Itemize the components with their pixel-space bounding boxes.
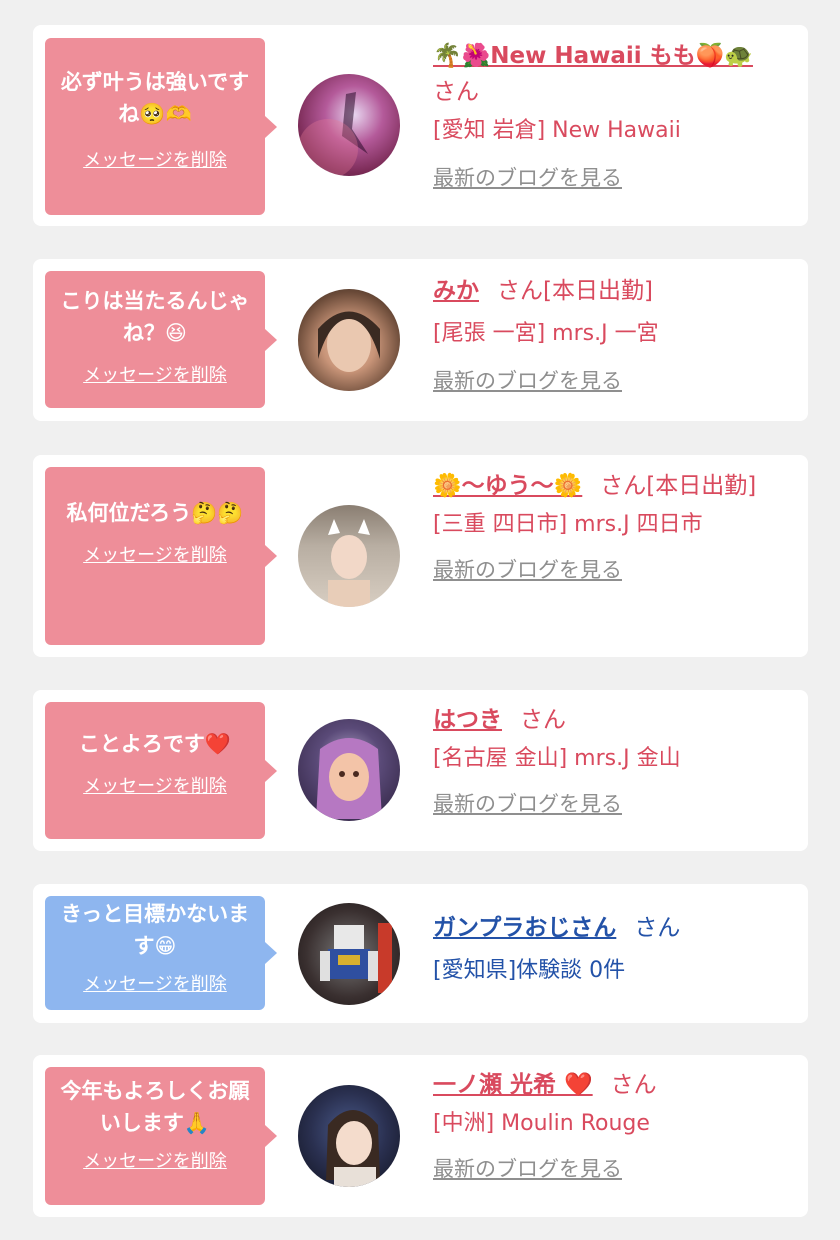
shop-area: [名古屋 金山] mrs.J 金山 (433, 746, 681, 771)
message-card: 今年もよろしくお願いします🙏 メッセージを削除 一ノ瀬 光希 ❤️ さん [中洲]… (33, 1055, 808, 1217)
message-text: 必ず叶うは強いですね🥺🫶 (60, 70, 250, 126)
message-card: きっと目標かないます😁 メッセージを削除 ガンプラおじさん さん [愛知県]体験談… (33, 884, 808, 1023)
shop-area: [三重 四日市] mrs.J 四日市 (433, 512, 703, 537)
profile-info: みか さん[本日出勤] [尾張 一宮] mrs.J 一宮 最新のブログを見る (433, 273, 773, 395)
delete-message-link[interactable]: メッセージを削除 (83, 772, 227, 798)
honorific: さん (610, 1072, 657, 1098)
message-bubble: こりは当たるんじゃね？😆 メッセージを削除 (45, 271, 277, 408)
latest-blog-link[interactable]: 最新のブログを見る (433, 1153, 622, 1183)
message-card: ことよろです❤️ メッセージを削除 はつき さん [名古屋 金山] mrs.J 金… (33, 690, 808, 851)
profile-name-link[interactable]: みか (433, 278, 479, 304)
profile-name-link[interactable]: 🌼〜ゆう〜🌼 (433, 473, 582, 499)
avatar-image (298, 92, 368, 176)
honorific: さん[本日出勤] (600, 473, 757, 499)
delete-message-link[interactable]: メッセージを削除 (83, 1147, 227, 1173)
avatar[interactable] (298, 903, 400, 1005)
avatar-image (316, 738, 382, 819)
profile-info: 🌼〜ゆう〜🌼 さん[本日出勤] [三重 四日市] mrs.J 四日市 最新のブログ… (433, 468, 773, 584)
honorific: さん (433, 79, 479, 105)
profile-info: 一ノ瀬 光希 ❤️ さん [中洲] Moulin Rouge 最新のブログを見る (433, 1067, 773, 1183)
message-text: 今年もよろしくお願いします🙏 (60, 1079, 250, 1135)
profile-name-link[interactable]: 🌴🌺New Hawaii もも🍑🐢 (433, 43, 753, 69)
delete-message-link[interactable]: メッセージを削除 (83, 970, 227, 996)
message-text: 私何位だろう🤔🤔 (66, 501, 244, 525)
latest-blog-link[interactable]: 最新のブログを見る (433, 554, 622, 584)
message-card: こりは当たるんじゃね？😆 メッセージを削除 みか さん[本日出勤] [尾張 一宮]… (33, 259, 808, 421)
delete-message-link[interactable]: メッセージを削除 (83, 146, 227, 172)
avatar[interactable] (298, 505, 400, 607)
profile-name-link[interactable]: ガンプラおじさん (433, 915, 616, 941)
message-card: 必ず叶うは強いですね🥺🫶 メッセージを削除 🌴🌺New Hawaii もも🍑🐢 … (33, 25, 808, 226)
message-text: ことよろです❤️ (78, 732, 232, 756)
latest-blog-link[interactable]: 最新のブログを見る (433, 162, 622, 192)
delete-message-link[interactable]: メッセージを削除 (83, 361, 227, 387)
profile-name-link[interactable]: 一ノ瀬 光希 ❤️ (433, 1072, 593, 1098)
avatar[interactable] (298, 1085, 400, 1187)
shop-area: [愛知 岩倉] New Hawaii (433, 118, 681, 143)
honorific: さん (634, 915, 681, 941)
avatar-image (318, 311, 380, 372)
avatar-image (320, 923, 392, 993)
avatar[interactable] (298, 74, 400, 176)
avatar[interactable] (298, 719, 400, 821)
profile-info: 🌴🌺New Hawaii もも🍑🐢 さん [愛知 岩倉] New Hawaii … (433, 38, 773, 192)
latest-blog-link[interactable]: 最新のブログを見る (433, 788, 622, 818)
message-bubble: 今年もよろしくお願いします🙏 メッセージを削除 (45, 1067, 277, 1205)
delete-message-link[interactable]: メッセージを削除 (83, 541, 227, 567)
honorific: さん (520, 707, 566, 733)
message-bubble: 必ず叶うは強いですね🥺🫶 メッセージを削除 (45, 38, 277, 215)
latest-blog-link[interactable]: 最新のブログを見る (433, 365, 622, 395)
avatar[interactable] (298, 289, 400, 391)
avatar-image (328, 519, 370, 607)
profile-name-link[interactable]: はつき (433, 707, 502, 733)
profile-info: ガンプラおじさん さん [愛知県]体験談 0件 (433, 910, 773, 988)
shop-area: [中洲] Moulin Rouge (433, 1111, 650, 1136)
message-bubble: ことよろです❤️ メッセージを削除 (45, 702, 277, 839)
message-list: 必ず叶うは強いですね🥺🫶 メッセージを削除 🌴🌺New Hawaii もも🍑🐢 … (0, 0, 840, 1240)
message-card: 私何位だろう🤔🤔 メッセージを削除 🌼〜ゆう〜🌼 さん[本日出勤] [三重 四日市… (33, 455, 808, 657)
shop-area: [愛知県]体験談 0件 (433, 958, 626, 983)
profile-info: はつき さん [名古屋 金山] mrs.J 金山 最新のブログを見る (433, 702, 773, 818)
message-bubble: 私何位だろう🤔🤔 メッセージを削除 (45, 467, 277, 645)
message-bubble: きっと目標かないます😁 メッセージを削除 (45, 896, 277, 1010)
message-text: きっと目標かないます😁 (60, 902, 250, 958)
shop-area: [尾張 一宮] mrs.J 一宮 (433, 321, 659, 346)
message-text: こりは当たるんじゃね？😆 (60, 289, 250, 345)
avatar-image (326, 1110, 380, 1187)
honorific: さん[本日出勤] (497, 278, 653, 304)
